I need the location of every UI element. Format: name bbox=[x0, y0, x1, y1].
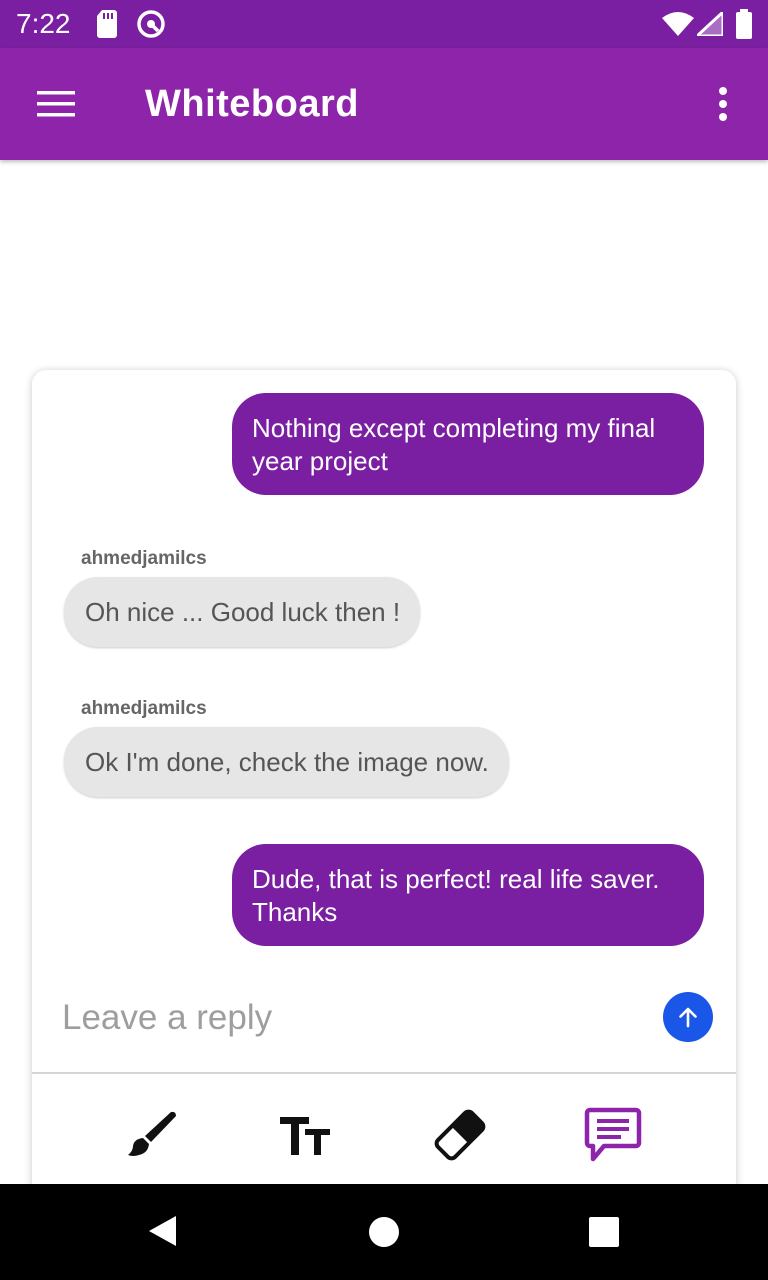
sd-card-icon bbox=[97, 10, 117, 38]
chat-icon bbox=[584, 1107, 642, 1162]
more-vert-icon[interactable] bbox=[716, 86, 730, 122]
send-button[interactable] bbox=[663, 992, 713, 1042]
hamburger-menu-icon[interactable] bbox=[37, 90, 75, 118]
message-incoming: ahmedjamilcs Ok I'm done, check the imag… bbox=[64, 698, 509, 797]
back-icon[interactable] bbox=[146, 1214, 178, 1248]
reply-input[interactable] bbox=[62, 992, 642, 1044]
message-incoming: ahmedjamilcs Oh nice ... Good luck then … bbox=[64, 548, 421, 647]
battery-icon bbox=[736, 9, 752, 39]
page-title: Whiteboard bbox=[145, 83, 359, 125]
vpn-icon bbox=[137, 10, 165, 38]
brush-icon bbox=[128, 1111, 176, 1156]
message-bubble: Ok I'm done, check the image now. bbox=[64, 727, 509, 797]
message-outgoing: Nothing except completing my final year … bbox=[232, 393, 704, 495]
divider bbox=[32, 1072, 736, 1074]
text-tool-button[interactable] bbox=[276, 1105, 336, 1165]
chat-tool-button[interactable] bbox=[583, 1105, 643, 1165]
brush-tool-button[interactable] bbox=[123, 1105, 183, 1165]
chat-panel: Nothing except completing my final year … bbox=[32, 370, 736, 1200]
eraser-icon bbox=[434, 1109, 486, 1161]
message-outgoing: Dude, that is perfect! real life saver. … bbox=[232, 844, 704, 946]
message-bubble: Oh nice ... Good luck then ! bbox=[64, 577, 421, 647]
message-bubble: Nothing except completing my final year … bbox=[232, 393, 704, 495]
home-icon[interactable] bbox=[368, 1216, 400, 1248]
status-bar: 7:22 bbox=[0, 0, 768, 48]
wifi-icon bbox=[662, 12, 694, 36]
eraser-tool-button[interactable] bbox=[430, 1105, 490, 1165]
message-sender: ahmedjamilcs bbox=[81, 548, 207, 569]
signal-icon bbox=[697, 12, 723, 36]
recents-icon[interactable] bbox=[589, 1217, 619, 1247]
system-nav-bar bbox=[0, 1184, 768, 1280]
text-size-icon bbox=[280, 1117, 330, 1155]
status-time: 7:22 bbox=[16, 8, 71, 39]
arrow-up-icon bbox=[679, 1007, 697, 1028]
app-bar: Whiteboard bbox=[0, 48, 768, 160]
message-bubble: Dude, that is perfect! real life saver. … bbox=[232, 844, 704, 946]
message-sender: ahmedjamilcs bbox=[81, 698, 207, 719]
